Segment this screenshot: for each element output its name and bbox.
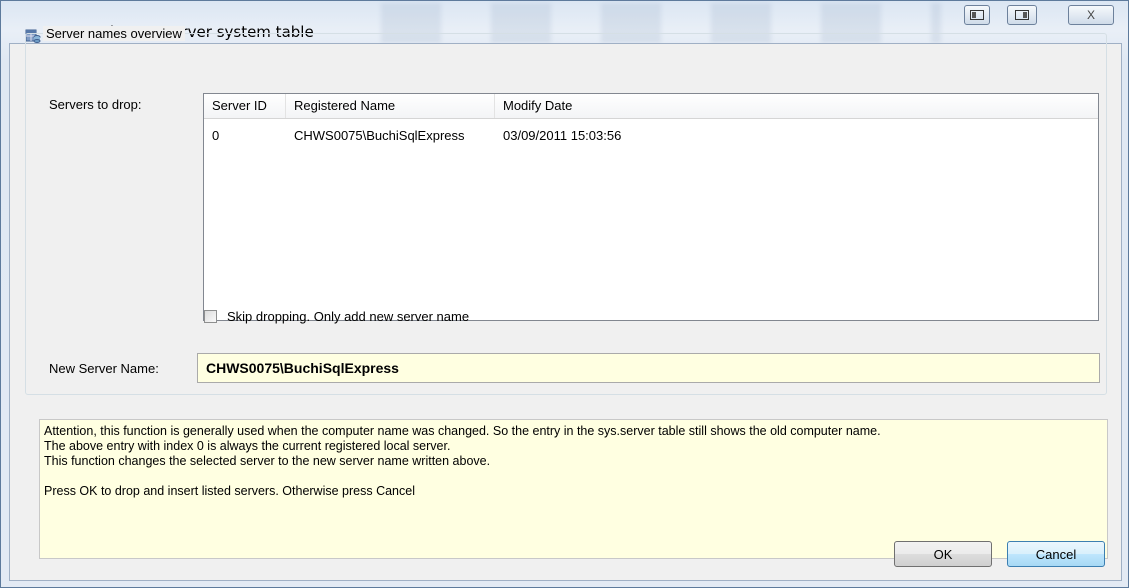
note-line: The above entry with index 0 is always t… — [44, 439, 451, 453]
ok-button[interactable]: OK — [894, 541, 992, 567]
dock-right-icon — [1015, 10, 1029, 20]
cell-server-id: 0 — [212, 128, 220, 143]
column-header-modify-date[interactable]: Modify Date — [495, 94, 1098, 118]
attention-notes: Attention, this function is generally us… — [39, 419, 1108, 559]
column-header-server-id[interactable]: Server ID — [204, 94, 286, 118]
cancel-button[interactable]: Cancel — [1007, 541, 1105, 567]
cell-modify-date: 03/09/2011 15:03:56 — [503, 128, 622, 143]
new-server-name-label: New Server Name: — [49, 361, 159, 376]
note-line — [44, 469, 1103, 484]
column-header-registered-name[interactable]: Registered Name — [286, 94, 495, 118]
dock-right-button[interactable] — [1007, 5, 1037, 25]
dock-left-button[interactable] — [964, 5, 990, 25]
groupbox-label: Server names overview — [43, 26, 185, 41]
note-line: Attention, this function is generally us… — [44, 424, 881, 438]
dock-left-icon — [970, 10, 984, 20]
listview-header: Server ID Registered Name Modify Date — [204, 94, 1098, 119]
servers-to-drop-label: Servers to drop: — [49, 97, 142, 112]
table-row[interactable]: 0 CHWS0075\BuchiSqlExpress 03/09/2011 15… — [204, 126, 795, 146]
note-line: This function changes the selected serve… — [44, 454, 491, 468]
cell-registered-name: CHWS0075\BuchiSqlExpress — [294, 128, 465, 143]
close-button[interactable]: X — [1068, 5, 1114, 25]
close-icon: X — [1086, 8, 1095, 22]
note-line: Press OK to drop and insert listed serve… — [44, 484, 415, 498]
servers-listview[interactable]: Server ID Registered Name Modify Date 0 … — [203, 93, 1099, 321]
new-server-name-input[interactable]: CHWS0075\BuchiSqlExpress — [197, 353, 1100, 383]
skip-dropping-checkbox[interactable] — [204, 310, 217, 323]
dialog-window: Names in SQL Server system table X Serve… — [0, 0, 1129, 588]
skip-dropping-label[interactable]: Skip dropping. Only add new server name — [227, 309, 469, 324]
